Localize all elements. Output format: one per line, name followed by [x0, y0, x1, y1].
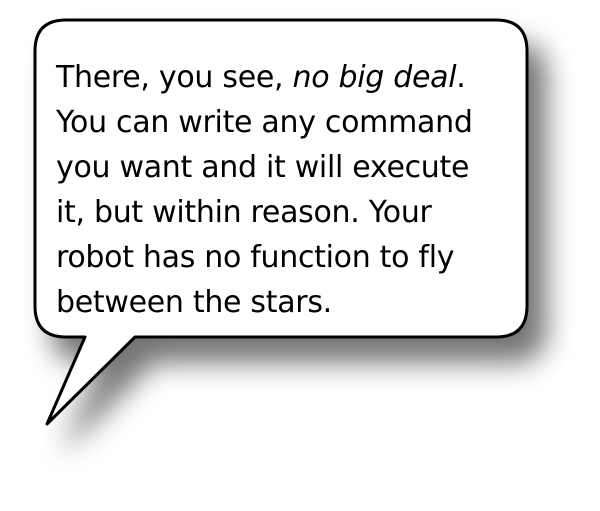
bubble-line-1: There, you see, no big deal.: [56, 55, 536, 100]
line-1-trailing-period: .: [456, 60, 466, 95]
bubble-line-2: You can write any command: [56, 105, 473, 140]
bubble-line-4: it, but within reason. Your: [56, 195, 432, 230]
speech-bubble-graphic: There, you see, no big deal. You can wri…: [0, 0, 600, 511]
bubble-line-5: robot has no function to fly: [56, 240, 455, 275]
line-1-lead-text: There, you see,: [56, 60, 293, 95]
line-1-emphasis-text: no big deal: [292, 60, 457, 95]
speech-bubble-text: There, you see, no big deal. You can wri…: [56, 55, 536, 325]
bubble-line-3: you want and it will execute: [56, 150, 470, 185]
bubble-line-6: between the stars.: [56, 285, 332, 320]
